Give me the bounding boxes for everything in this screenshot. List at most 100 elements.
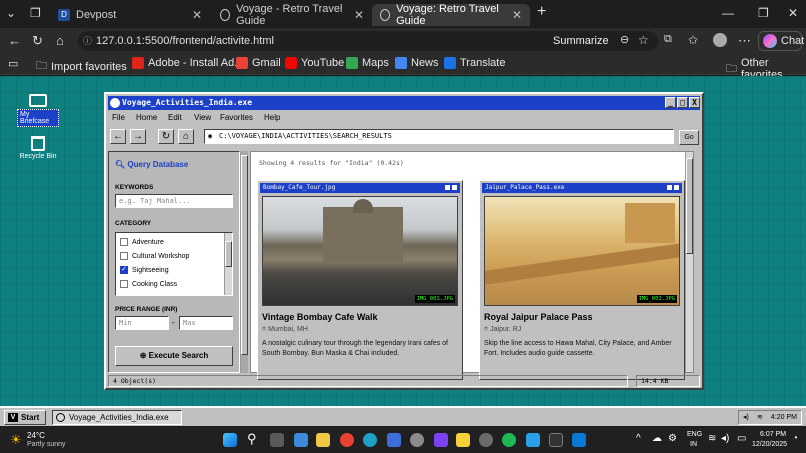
home-button[interactable]: ⌂: [178, 129, 194, 144]
sticky-notes-icon[interactable]: [456, 433, 470, 447]
result-card[interactable]: Bombay_Cafe_Tour.jpg IMG_001.JPG Vintage…: [257, 180, 463, 380]
close-tab-icon[interactable]: ✕: [354, 8, 364, 22]
price-min-input[interactable]: Min: [115, 316, 169, 330]
checkbox[interactable]: [120, 252, 128, 260]
checkbox[interactable]: [120, 238, 128, 246]
checkbox-checked[interactable]: ✓: [120, 266, 128, 274]
tab-devpost[interactable]: D Devpost ✕: [50, 4, 210, 26]
menu-help[interactable]: Help: [264, 113, 280, 122]
card-name[interactable]: Vintage Bombay Cafe Walk: [262, 312, 378, 322]
sidebar-scrollbar[interactable]: [240, 151, 248, 373]
restore-icon[interactable]: ❐: [758, 6, 769, 20]
menu-file[interactable]: File: [112, 113, 125, 122]
tray-icon[interactable]: ☁: [652, 433, 662, 444]
start-button[interactable]: V Start: [4, 410, 46, 425]
tab-voyage-2[interactable]: Voyage: Retro Travel Guide ✕: [372, 3, 530, 27]
category-sightseeing[interactable]: ✓ Sightseeing: [120, 266, 169, 274]
weather-temp[interactable]: 24°C: [27, 431, 45, 440]
file-explorer-icon[interactable]: [316, 433, 330, 447]
bookmark-translate[interactable]: Translate: [444, 57, 505, 69]
card-close-icon[interactable]: [674, 185, 679, 190]
refresh-icon[interactable]: ↻: [32, 33, 43, 49]
bookmark-maps[interactable]: Maps: [346, 57, 389, 69]
card-name[interactable]: Royal Jaipur Palace Pass: [484, 312, 593, 322]
price-max-input[interactable]: Max: [179, 316, 233, 330]
windows-start-icon[interactable]: [223, 433, 237, 447]
bookmark-news[interactable]: News: [395, 57, 439, 69]
bookmark-gmail[interactable]: Gmail: [236, 57, 281, 69]
tab-actions-icon[interactable]: ⌄: [6, 6, 16, 20]
new-tab-button[interactable]: +: [537, 3, 546, 21]
app-icon[interactable]: [434, 433, 448, 447]
search-icon[interactable]: ⚲: [247, 431, 257, 447]
spotify-icon[interactable]: [502, 433, 516, 447]
wifi-icon[interactable]: ≋: [757, 411, 763, 424]
weather-sun-icon[interactable]: ☀: [10, 432, 22, 448]
scroll-thumb[interactable]: [225, 241, 232, 267]
vscode-insiders-icon[interactable]: [387, 433, 401, 447]
settings-icon[interactable]: [479, 433, 493, 447]
taskbar-window-item[interactable]: Voyage_Activities_India.exe: [52, 410, 182, 425]
extensions-icon[interactable]: ⧉: [664, 33, 672, 46]
battery-icon[interactable]: ▭: [737, 433, 746, 444]
results-scrollbar[interactable]: [685, 152, 693, 372]
window-title-bar[interactable]: Voyage_Activities_India.exe _ □ X: [108, 96, 700, 110]
category-scrollbar[interactable]: [224, 233, 232, 295]
card-maximize-icon[interactable]: [445, 185, 450, 190]
menu-edit[interactable]: Edit: [168, 113, 182, 122]
execute-search-button[interactable]: ⊕ Execute Search: [115, 346, 233, 366]
card-close-icon[interactable]: [452, 185, 457, 190]
widgets-icon[interactable]: [294, 433, 308, 447]
close-window-icon[interactable]: ✕: [788, 6, 798, 20]
checkbox[interactable]: [120, 280, 128, 288]
clock-time[interactable]: 6:07 PM: [760, 431, 786, 438]
bookmark-import-favorites[interactable]: 🗀 Import favorites: [36, 57, 127, 76]
bookmark-toggle-icon[interactable]: ▭: [8, 57, 18, 70]
copilot-chat-button[interactable]: Chat: [758, 31, 804, 51]
favorite-star-icon[interactable]: ☆: [638, 33, 649, 47]
tray-icon[interactable]: ⚙: [668, 433, 677, 444]
desktop-icon-briefcase[interactable]: My Briefcase: [17, 94, 59, 127]
favorites-icon[interactable]: ✩: [688, 33, 698, 47]
menu-home[interactable]: Home: [136, 113, 157, 122]
chrome-icon[interactable]: [340, 433, 354, 447]
bookmark-youtube[interactable]: YouTube: [285, 57, 344, 69]
terminal-icon[interactable]: [549, 433, 563, 447]
close-button[interactable]: X: [689, 97, 700, 108]
edge-icon[interactable]: [363, 433, 377, 447]
category-cultural-workshop[interactable]: Cultural Workshop: [120, 252, 189, 260]
speaker-icon[interactable]: ◂): [743, 411, 749, 424]
app-icon[interactable]: [410, 433, 424, 447]
desktop-icon-recycle-bin[interactable]: Recycle Bin: [17, 136, 59, 160]
bookmark-adobe[interactable]: Adobe - Install Ad...: [132, 57, 243, 69]
minimize-icon[interactable]: —: [722, 6, 734, 20]
tab-voyage-1[interactable]: Voyage - Retro Travel Guide ✕: [212, 3, 372, 27]
category-cooking-class[interactable]: Cooking Class: [120, 280, 177, 288]
close-tab-icon[interactable]: ✕: [512, 8, 522, 22]
minimize-button[interactable]: _: [665, 97, 676, 108]
back-icon[interactable]: ←: [8, 33, 21, 48]
more-menu-icon[interactable]: ⋯: [738, 33, 751, 49]
maximize-button[interactable]: □: [677, 97, 688, 108]
go-button[interactable]: Go: [679, 130, 699, 145]
refresh-button[interactable]: ↻: [158, 129, 174, 144]
forward-button[interactable]: →: [130, 129, 146, 144]
notification-icon[interactable]: ◔: [792, 433, 798, 444]
home-icon[interactable]: ⌂: [56, 33, 64, 48]
zoom-icon[interactable]: ⊖: [620, 33, 629, 46]
retro-address-bar[interactable]: ◉ C:\VOYAGE\INDIA\ACTIVITIES\SEARCH_RESU…: [204, 129, 674, 144]
category-adventure[interactable]: Adventure: [120, 238, 164, 246]
wifi-icon[interactable]: ≋: [708, 433, 716, 444]
app-icon[interactable]: [526, 433, 540, 447]
result-card[interactable]: Jaipur_Palace_Pass.exe IMG_002.JPG Royal…: [479, 180, 685, 380]
scroll-thumb[interactable]: [241, 155, 248, 355]
speaker-icon[interactable]: ◂): [721, 433, 729, 444]
summarize-button[interactable]: Summarize: [553, 35, 609, 47]
back-button[interactable]: ←: [110, 129, 126, 144]
chevron-up-icon[interactable]: ^: [636, 433, 641, 444]
menu-view[interactable]: View: [194, 113, 211, 122]
workspaces-icon[interactable]: ❐: [30, 6, 41, 20]
language-top[interactable]: ENG: [687, 431, 702, 438]
close-tab-icon[interactable]: ✕: [192, 8, 202, 22]
scroll-thumb[interactable]: [686, 158, 693, 254]
